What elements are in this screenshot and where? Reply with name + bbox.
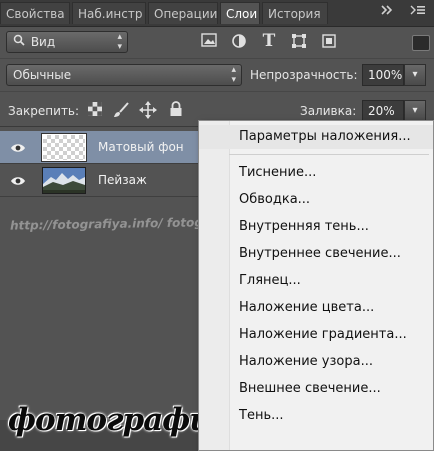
- menu-item-bevel-emboss[interactable]: Тиснение...: [199, 161, 433, 185]
- fill-dropdown-button[interactable]: ▾: [404, 100, 426, 122]
- tab-properties[interactable]: Свойства: [0, 2, 70, 24]
- adjustment-filter-icon[interactable]: [230, 33, 248, 51]
- layer-style-context-menu: Параметры наложения... Тиснение... Обвод…: [198, 120, 434, 451]
- tab-actions[interactable]: Операции: [148, 2, 218, 24]
- menu-item-gradient-overlay[interactable]: Наложение градиента...: [199, 323, 433, 347]
- transparent-thumbnail: [41, 133, 87, 162]
- menu-item-drop-shadow[interactable]: Тень...: [199, 404, 433, 428]
- fill-input[interactable]: 20%: [362, 100, 404, 122]
- blend-mode-dropdown[interactable]: Обычные ▴ ▾: [6, 64, 242, 86]
- double-chevron-right-icon[interactable]: [380, 3, 394, 20]
- menu-item-satin[interactable]: Глянец...: [199, 269, 433, 293]
- tab-history[interactable]: История: [262, 2, 328, 24]
- stepper-arrows-icon: ▴ ▾: [117, 32, 122, 52]
- lock-all-icon[interactable]: [167, 101, 185, 119]
- eye-icon[interactable]: [10, 173, 26, 187]
- panel-menu-icon[interactable]: [410, 3, 426, 20]
- search-icon: [13, 32, 27, 52]
- stepper-arrows-icon: ▴ ▾: [231, 65, 236, 85]
- panel-tab-bar: Свойства Наб.инстр Операции Слои История: [0, 0, 434, 27]
- lock-label: Закрепить:: [8, 104, 80, 118]
- menu-item-inner-shadow[interactable]: Внутренняя тень...: [199, 215, 433, 239]
- menu-item-inner-glow[interactable]: Внутреннее свечение...: [199, 242, 433, 266]
- filter-row: Вид ▴ ▾ T: [0, 27, 434, 57]
- opacity-dropdown-button[interactable]: ▾: [404, 64, 426, 86]
- opacity-input[interactable]: 100%: [362, 64, 404, 86]
- fill-label: Заливка:: [300, 104, 357, 118]
- blend-mode-value: Обычные: [13, 68, 72, 82]
- menu-item-blending-options[interactable]: Параметры наложения...: [199, 125, 433, 149]
- menu-item-stroke[interactable]: Обводка...: [199, 188, 433, 212]
- lock-transparency-icon[interactable]: [86, 101, 104, 119]
- layer-row-landscape[interactable]: Пейзаж: [0, 164, 200, 197]
- lock-position-icon[interactable]: [139, 101, 157, 119]
- landscape-thumbnail: [42, 167, 86, 194]
- filter-type-dropdown[interactable]: Вид ▴ ▾: [6, 31, 128, 53]
- lock-brush-icon[interactable]: [112, 101, 130, 119]
- shape-filter-icon[interactable]: [290, 33, 308, 51]
- tab-tool-presets[interactable]: Наб.инстр: [72, 2, 146, 24]
- tab-layers[interactable]: Слои: [220, 2, 260, 24]
- filter-toggle[interactable]: [412, 35, 430, 51]
- smart-object-filter-icon[interactable]: [320, 33, 338, 51]
- menu-separator: [229, 154, 429, 155]
- opacity-label: Непрозрачность:: [250, 68, 358, 82]
- layers-panel: Свойства Наб.инстр Операции Слои История…: [0, 0, 434, 451]
- layer-name: Матовый фон: [98, 140, 184, 154]
- blend-row: Обычные ▴ ▾ Непрозрачность: 100% ▾: [0, 58, 434, 91]
- image-filter-icon[interactable]: [200, 33, 218, 51]
- menu-item-pattern-overlay[interactable]: Наложение узора...: [199, 350, 433, 374]
- menu-item-color-overlay[interactable]: Наложение цвета...: [199, 296, 433, 320]
- layer-name: Пейзаж: [98, 173, 147, 187]
- type-filter-icon[interactable]: T: [260, 32, 278, 50]
- menu-item-outer-glow[interactable]: Внешнее свечение...: [199, 377, 433, 401]
- layer-row-matte-background[interactable]: Матовый фон: [0, 131, 200, 164]
- eye-icon[interactable]: [10, 140, 26, 154]
- filter-type-label: Вид: [30, 35, 56, 49]
